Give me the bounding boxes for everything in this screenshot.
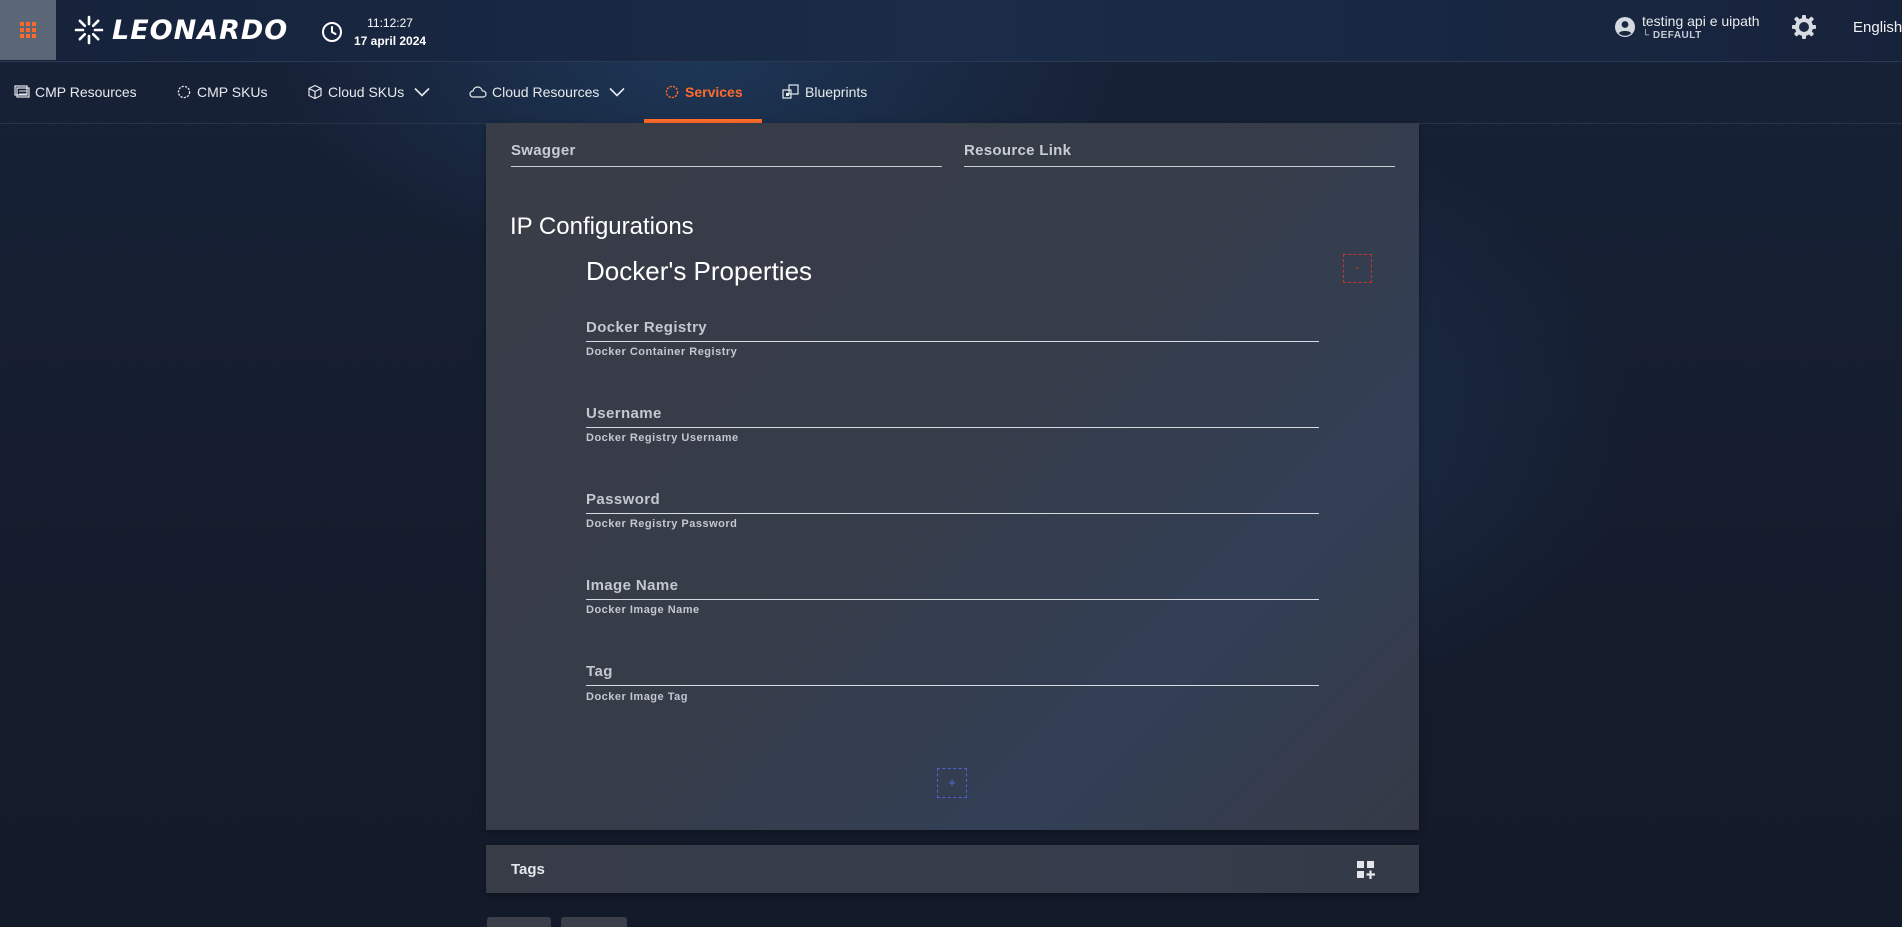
field-label: Swagger	[511, 142, 576, 159]
swagger-field[interactable]: Swagger	[511, 123, 942, 167]
chevron-down-icon	[609, 87, 625, 97]
nav-item-cloud-skus[interactable]: Cloud SKUs	[307, 61, 430, 123]
apps-grid-icon	[20, 22, 36, 38]
nav-item-cloud-resources[interactable]: Cloud Resources	[469, 61, 625, 123]
package-icon	[308, 84, 322, 100]
nav-label: CMP Resources	[35, 84, 137, 100]
subsection-title: Docker's Properties	[586, 256, 813, 286]
main-nav: CMP Resources CMP SKUs Cloud SKUs Cloud …	[0, 61, 1902, 124]
gear-outline-icon	[177, 85, 191, 99]
language-selector[interactable]: English	[1853, 19, 1902, 36]
field-label: Username	[586, 405, 662, 422]
add-item-button[interactable]: +	[937, 768, 967, 798]
clock-icon	[322, 22, 342, 42]
nav-label: Cloud SKUs	[328, 84, 405, 100]
blueprint-icon	[782, 84, 799, 99]
field-hint: Docker Container Registry	[586, 346, 738, 358]
action-button[interactable]	[487, 917, 551, 927]
tag-field[interactable]: Tag	[586, 649, 1319, 686]
field-hint: Docker Image Tag	[586, 691, 688, 703]
tags-label: Tags	[511, 861, 545, 878]
field-hint: Docker Registry Password	[586, 518, 738, 530]
brand-name: LEONARDO	[112, 14, 289, 46]
clock: 11:12:27 17 april 2024	[320, 14, 426, 50]
user-name: testing api e uipath	[1642, 13, 1760, 29]
add-tag-icon[interactable]	[1356, 860, 1376, 880]
tags-section[interactable]: Tags	[486, 845, 1419, 893]
field-label: Password	[586, 491, 661, 508]
leonardo-star-icon	[74, 15, 104, 45]
remove-item-button[interactable]: -	[1343, 254, 1372, 283]
resource-link-field[interactable]: Resource Link	[964, 123, 1395, 167]
user-menu[interactable]: testing api e uipath └ DEFAULT	[1613, 13, 1760, 42]
clock-date: 17 april 2024	[354, 34, 427, 48]
user-tenant: └ DEFAULT	[1642, 30, 1702, 41]
service-form-panel: Swagger Resource Link IP Configurations …	[486, 123, 1419, 830]
nav-item-cmp-resources[interactable]: CMP Resources	[14, 61, 137, 123]
image-name-field[interactable]: Image Name	[586, 563, 1319, 600]
field-hint: Docker Registry Username	[586, 432, 739, 444]
account-circle-icon	[1615, 17, 1635, 37]
nav-label: Blueprints	[805, 84, 868, 100]
field-label: Docker Registry	[586, 319, 708, 336]
nav-item-services[interactable]: Services	[664, 61, 743, 123]
nav-label: Services	[685, 84, 743, 100]
nav-item-blueprints[interactable]: Blueprints	[782, 61, 867, 123]
action-button[interactable]	[561, 917, 627, 927]
apps-menu-button[interactable]	[0, 0, 56, 60]
cloud-icon	[469, 86, 487, 98]
docker-registry-field[interactable]: Docker Registry	[586, 305, 1319, 342]
field-label: Tag	[586, 663, 613, 680]
nav-label: Cloud Resources	[492, 84, 600, 100]
field-label: Image Name	[586, 577, 679, 594]
theme-toggle-icon[interactable]	[1791, 14, 1817, 40]
gear-outline-icon	[665, 85, 679, 99]
clock-time: 11:12:27	[367, 16, 413, 30]
password-field[interactable]: Password	[586, 477, 1319, 514]
section-title: IP Configurations	[510, 213, 694, 240]
username-field[interactable]: Username	[586, 391, 1319, 428]
server-list-icon	[14, 85, 30, 98]
field-hint: Docker Image Name	[586, 604, 700, 616]
nav-item-cmp-skus[interactable]: CMP SKUs	[176, 61, 268, 123]
brand-logo[interactable]: LEONARDO	[72, 10, 288, 50]
top-bar: LEONARDO 11:12:27 17 april 2024 testing …	[0, 0, 1902, 62]
user-tenant-label: DEFAULT	[1652, 30, 1702, 41]
chevron-down-icon	[414, 87, 430, 97]
nav-label: CMP SKUs	[197, 84, 268, 100]
field-label: Resource Link	[964, 142, 1072, 159]
